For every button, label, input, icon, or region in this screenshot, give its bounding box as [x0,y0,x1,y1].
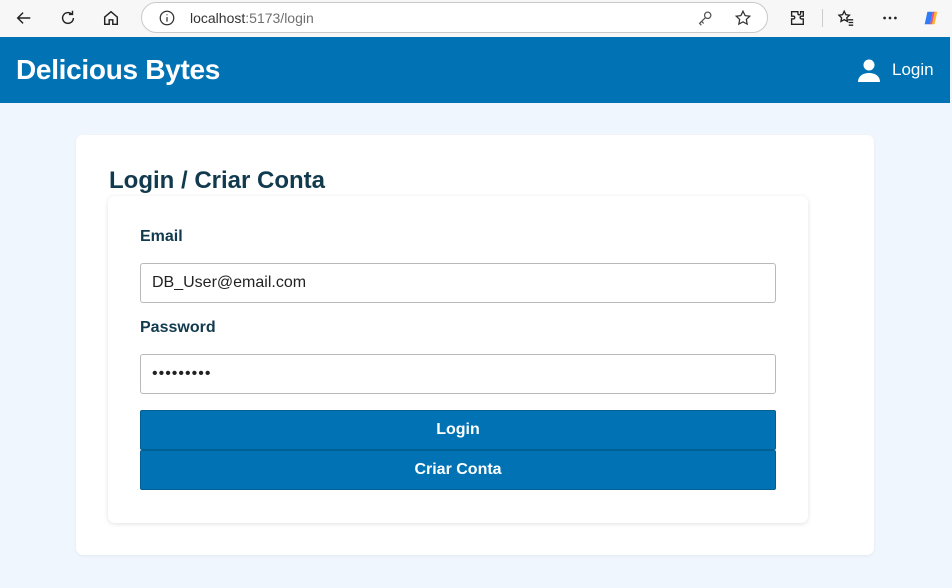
back-icon[interactable] [11,5,37,31]
email-label: Email [140,228,183,245]
create-account-button[interactable]: Criar Conta [140,450,776,490]
user-icon [858,59,880,82]
info-icon[interactable] [158,9,176,27]
extensions-icon[interactable] [784,5,810,31]
favorite-star-icon[interactable] [734,9,752,27]
login-button[interactable]: Login [140,410,776,450]
password-label: Password [140,319,216,336]
refresh-icon[interactable] [55,5,81,31]
login-form: Email Password Login Criar Conta [108,196,808,523]
home-icon[interactable] [98,5,124,31]
email-field[interactable] [140,263,776,303]
address-bar[interactable]: localhost:5173/login [141,2,768,33]
browser-toolbar: localhost:5173/login [0,0,952,37]
password-field[interactable] [140,354,776,394]
key-icon[interactable] [696,9,714,27]
page-title: Login / Criar Conta [109,167,325,194]
header-login-label: Login [892,60,934,79]
login-page-card: Login / Criar Conta Email Password Login… [76,135,874,555]
url-text[interactable]: localhost:5173/login [190,10,314,26]
toolbar-divider [822,9,823,27]
header-login-link[interactable]: Login [856,57,934,83]
copilot-icon[interactable] [918,5,944,31]
more-menu-icon[interactable] [877,5,903,31]
app-header: Delicious Bytes Login [0,37,950,103]
favorites-list-icon[interactable] [833,5,859,31]
brand-title[interactable]: Delicious Bytes [16,54,220,86]
